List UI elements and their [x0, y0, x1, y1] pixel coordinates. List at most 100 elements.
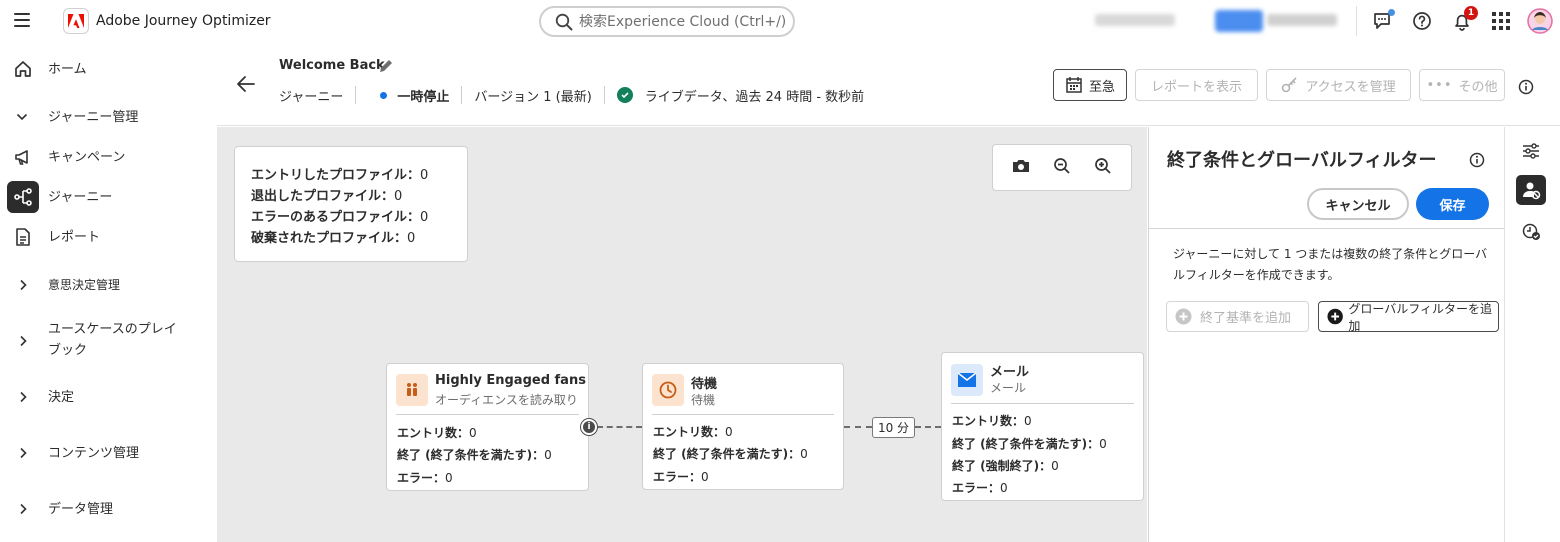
- topbar-divider: [1356, 6, 1357, 36]
- audience-exit: 終了 (終了条件を満たす)：0: [397, 448, 552, 462]
- org-name-blurred[interactable]: [1267, 14, 1337, 26]
- email-forced-exit: 終了 (強制終了)：0: [952, 459, 1059, 473]
- notification-count-badge: 1: [1464, 6, 1478, 20]
- meta-divider: [603, 86, 605, 104]
- add-global-filter-label: グローバルフィルターを追加: [1348, 301, 1492, 333]
- view-report-button[interactable]: レポートを表示: [1135, 69, 1258, 101]
- panel-description: ジャーニーに対して 1 つまたは複数の終了条件とグローバ ルフィルターを作成でき…: [1173, 244, 1499, 286]
- nav-section-decision-management[interactable]: 意思決定管理: [0, 274, 217, 296]
- feedback-dot-badge: [1388, 9, 1395, 16]
- top-bar: Adobe Journey Optimizer 1: [0, 0, 1560, 42]
- cancel-button[interactable]: キャンセル: [1307, 188, 1409, 220]
- wait-node-title: 待機: [691, 377, 718, 392]
- audience-people-icon: [396, 374, 428, 406]
- nav-label-reports: レポート: [48, 229, 101, 245]
- audience-node-subtitle: オーディエンスを読み取り: [435, 393, 578, 407]
- connector-line: [915, 426, 941, 428]
- edit-pencil-icon[interactable]: [378, 58, 394, 78]
- search-bar[interactable]: [539, 6, 795, 37]
- nav-label-data-management: データ管理: [48, 501, 114, 517]
- nav-item-reports[interactable]: レポート: [0, 226, 217, 248]
- add-circle-icon: [1175, 308, 1192, 325]
- user-exit-criteria-icon[interactable]: [1516, 175, 1546, 205]
- info-icon[interactable]: [1518, 79, 1534, 99]
- email-entries: エントリ数：0: [952, 414, 1032, 428]
- add-global-filter-button[interactable]: グローバルフィルターを追加: [1318, 301, 1499, 333]
- panel-divider: [1149, 228, 1504, 229]
- nav-item-campaigns[interactable]: キャンペーン: [0, 146, 217, 168]
- timer-check-icon[interactable]: [1516, 216, 1546, 246]
- chevron-down-icon: [16, 113, 28, 121]
- email-node-title: メール: [990, 365, 1030, 380]
- search-input[interactable]: [579, 13, 789, 30]
- urgent-button-label: 至急: [1088, 79, 1115, 95]
- breadcrumb-journey[interactable]: ジャーニー: [279, 86, 343, 105]
- nav-item-home[interactable]: ホーム: [0, 58, 217, 80]
- urgent-button[interactable]: 至急: [1053, 69, 1127, 101]
- stat-exited: 退出したプロファイル：0: [251, 189, 403, 204]
- environment-badge-blurred[interactable]: [1215, 10, 1263, 32]
- status-dot-icon: [380, 91, 388, 99]
- sandbox-name-blurred[interactable]: [1095, 14, 1175, 26]
- app-name: Adobe Journey Optimizer: [96, 13, 271, 29]
- version-label: バージョン 1 (最新): [474, 89, 592, 105]
- left-navigation: ホーム ジャーニー管理 キャンペーン ジャーニー レポート 意思決定管理 ユース…: [0, 42, 217, 542]
- save-button[interactable]: 保存: [1416, 188, 1489, 220]
- journey-flow-icon: [7, 181, 39, 213]
- nav-label-usecase-line1: ユースケースのプレイ: [48, 322, 177, 337]
- wait-exit: 終了 (終了条件を満たす)：0: [653, 447, 808, 461]
- panel-info-icon[interactable]: [1469, 152, 1485, 172]
- manage-access-button[interactable]: アクセスを管理: [1266, 69, 1411, 101]
- chevron-right-icon: [20, 279, 27, 291]
- user-avatar[interactable]: [1527, 8, 1553, 34]
- stat-entered: エントリしたプロファイル：0: [251, 168, 429, 183]
- more-button[interactable]: ••• その他: [1419, 69, 1505, 101]
- nav-label-usecase-playbooks: ユースケースのプレイ ブック: [48, 319, 177, 361]
- hamburger-menu-icon[interactable]: [14, 13, 30, 27]
- camera-icon[interactable]: [1012, 158, 1030, 178]
- back-arrow-icon[interactable]: [236, 75, 256, 97]
- profile-stats-card: エントリしたプロファイル：0 退出したプロファイル：0 エラーのあるプロファイル…: [234, 146, 468, 262]
- email-node-subtitle: メール: [990, 381, 1027, 395]
- zoom-out-icon[interactable]: [1053, 157, 1071, 179]
- canvas-toolbar: [992, 144, 1132, 191]
- nav-item-journeys[interactable]: ジャーニー: [0, 181, 217, 213]
- connector-line: [597, 426, 642, 428]
- audience-entries: エントリ数：0: [397, 426, 477, 440]
- node-output-port-icon[interactable]: i: [581, 419, 597, 435]
- chevron-right-icon: [20, 335, 27, 347]
- exit-criteria-panel: 終了条件とグローバルフィルター キャンセル 保存 ジャーニーに対して 1 つまた…: [1148, 127, 1504, 542]
- nav-section-usecase-playbooks[interactable]: ユースケースのプレイ ブック: [0, 319, 217, 363]
- nav-label-decision-management: 意思決定管理: [48, 277, 121, 292]
- panel-title: 終了条件とグローバルフィルター: [1167, 150, 1437, 171]
- audience-errors: エラー：0: [397, 471, 453, 485]
- wait-node[interactable]: 待機 待機 エントリ数：0 終了 (終了条件を満たす)：0 エラー：0: [642, 363, 844, 490]
- wait-duration-label[interactable]: 10 分: [872, 417, 915, 438]
- nav-section-decisions[interactable]: 決定: [0, 386, 217, 408]
- calendar-icon: [1066, 77, 1082, 93]
- nav-section-content-management[interactable]: コンテンツ管理: [0, 442, 217, 464]
- node-divider: [396, 414, 579, 415]
- nav-section-data-management[interactable]: データ管理: [0, 498, 217, 520]
- chevron-right-icon: [20, 447, 27, 459]
- email-node[interactable]: メール メール エントリ数：0 終了 (終了条件を満たす)：0 終了 (強制終了…: [941, 352, 1144, 501]
- settings-sliders-icon[interactable]: [1516, 136, 1546, 166]
- journey-canvas[interactable]: エントリしたプロファイル：0 退出したプロファイル：0 エラーのあるプロファイル…: [217, 127, 1147, 542]
- live-check-icon: [616, 87, 633, 103]
- add-exit-criteria-button[interactable]: 終了基準を追加: [1166, 301, 1309, 332]
- manage-access-label: アクセスを管理: [1305, 79, 1396, 95]
- status-label: 一時停止: [397, 89, 450, 105]
- help-icon[interactable]: [1411, 10, 1433, 32]
- nav-label-decisions: 決定: [48, 389, 75, 405]
- nav-label-usecase-line2: ブック: [48, 343, 88, 358]
- brand[interactable]: Adobe Journey Optimizer: [63, 8, 271, 34]
- app-switcher-grid-icon[interactable]: [1490, 10, 1512, 32]
- nav-section-journey-management[interactable]: ジャーニー管理: [0, 106, 217, 128]
- search-icon: [555, 13, 573, 30]
- wait-node-subtitle: 待機: [691, 393, 716, 407]
- zoom-in-icon[interactable]: [1094, 157, 1112, 179]
- node-divider: [652, 414, 834, 415]
- clock-icon: [652, 374, 684, 406]
- audience-node[interactable]: Highly Engaged fans オーディエンスを読み取り エントリ数：0…: [386, 363, 589, 491]
- email-exit: 終了 (終了条件を満たす)：0: [952, 437, 1107, 451]
